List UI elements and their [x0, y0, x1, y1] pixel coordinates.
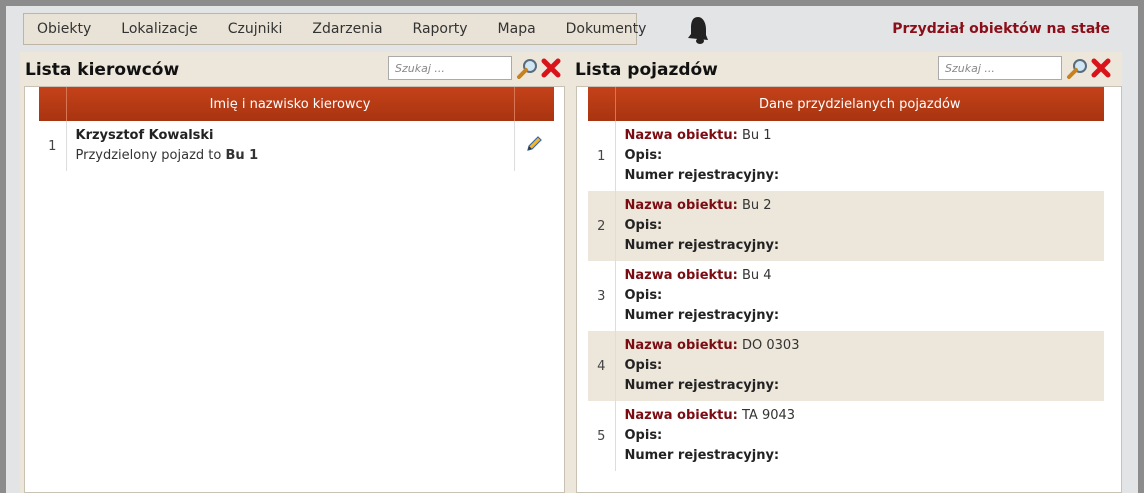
search-icon[interactable] — [1067, 57, 1089, 79]
label-desc: Opis: — [624, 148, 663, 163]
label-name: Nazwa obiektu: — [624, 408, 738, 423]
vehicle-name: TA 9043 — [742, 408, 796, 423]
label-name: Nazwa obiektu: — [624, 338, 738, 353]
drivers-header: Lista kierowców — [20, 52, 565, 88]
page-title: Przydział obiektów na stałe — [892, 21, 1110, 37]
row-number: 1 — [39, 121, 67, 171]
table-row[interactable]: 5 Nazwa obiektu: TA 9043 Opis: Numer rej… — [588, 401, 1104, 471]
driver-column-header: Imię i nazwisko kierowcy — [66, 87, 515, 121]
col-edit-header — [514, 87, 554, 121]
label-reg: Numer rejestracyjny: — [624, 238, 780, 253]
clear-search-icon[interactable] — [1090, 57, 1112, 79]
vehicle-name: DO 0303 — [742, 338, 800, 353]
label-name: Nazwa obiektu: — [624, 128, 738, 143]
vehicles-title: Lista pojazdów — [575, 60, 718, 80]
col-num-header — [588, 87, 616, 121]
label-desc: Opis: — [624, 218, 663, 233]
label-reg: Numer rejestracyjny: — [624, 378, 780, 393]
table-row[interactable]: 1 Nazwa obiektu: Bu 1 Opis: Numer rejest… — [588, 121, 1104, 191]
vehicles-table: Dane przydzielanych pojazdów 1 Nazwa obi… — [588, 87, 1104, 471]
label-reg: Numer rejestracyjny: — [624, 168, 780, 183]
label-name: Nazwa obiektu: — [624, 268, 738, 283]
vehicle-name: Bu 4 — [742, 268, 772, 283]
menu-item-obiekty[interactable]: Obiekty — [24, 21, 106, 37]
label-desc: Opis: — [624, 428, 663, 443]
vehicle-column-header: Dane przydzielanych pojazdów — [615, 87, 1104, 121]
table-row[interactable]: 4 Nazwa obiektu: DO 0303 Opis: Numer rej… — [588, 331, 1104, 401]
main-content: Lista kierowców Imię i nazwisko kierowcy — [20, 52, 1122, 493]
menu-item-lokalizacje[interactable]: Lokalizacje — [106, 21, 212, 37]
drivers-table: Imię i nazwisko kierowcy 1 Krzysztof Kow… — [39, 87, 554, 171]
search-icon[interactable] — [517, 57, 539, 79]
row-number: 2 — [588, 191, 616, 261]
row-number: 5 — [588, 401, 616, 471]
table-row[interactable]: 3 Nazwa obiektu: Bu 4 Opis: Numer rejest… — [588, 261, 1104, 331]
vehicles-search-input[interactable] — [938, 56, 1062, 80]
drivers-search-input[interactable] — [388, 56, 512, 80]
bell-icon[interactable] — [684, 14, 712, 46]
col-num-header — [39, 87, 67, 121]
menu-item-mapa[interactable]: Mapa — [483, 21, 551, 37]
drivers-title: Lista kierowców — [25, 60, 180, 80]
row-number: 3 — [588, 261, 616, 331]
menu-item-zdarzenia[interactable]: Zdarzenia — [297, 21, 397, 37]
menu-item-czujniki[interactable]: Czujniki — [213, 21, 298, 37]
vehicles-panel: Dane przydzielanych pojazdów 1 Nazwa obi… — [576, 86, 1122, 493]
assigned-prefix: Przydzielony pojazd to — [75, 148, 222, 163]
assigned-vehicle: Bu 1 — [225, 148, 259, 163]
vehicle-name: Bu 2 — [742, 198, 772, 213]
pencil-icon[interactable] — [525, 135, 543, 153]
row-number: 1 — [588, 121, 616, 191]
vehicles-header: Lista pojazdów — [573, 52, 1122, 88]
label-reg: Numer rejestracyjny: — [624, 308, 780, 323]
main-menu: Obiekty Lokalizacje Czujniki Zdarzenia R… — [23, 13, 646, 45]
label-desc: Opis: — [624, 358, 663, 373]
row-number: 4 — [588, 331, 616, 401]
clear-search-icon[interactable] — [540, 57, 562, 79]
label-desc: Opis: — [624, 288, 663, 303]
menu-item-dokumenty[interactable]: Dokumenty — [551, 21, 662, 37]
table-row[interactable]: 2 Nazwa obiektu: Bu 2 Opis: Numer rejest… — [588, 191, 1104, 261]
menu-item-raporty[interactable]: Raporty — [398, 21, 483, 37]
vehicle-name: Bu 1 — [742, 128, 772, 143]
table-row[interactable]: 1 Krzysztof Kowalski Przydzielony pojazd… — [39, 121, 554, 171]
label-reg: Numer rejestracyjny: — [624, 448, 780, 463]
label-name: Nazwa obiektu: — [624, 198, 738, 213]
drivers-panel: Imię i nazwisko kierowcy 1 Krzysztof Kow… — [24, 86, 565, 493]
driver-name: Krzysztof Kowalski — [75, 128, 214, 143]
